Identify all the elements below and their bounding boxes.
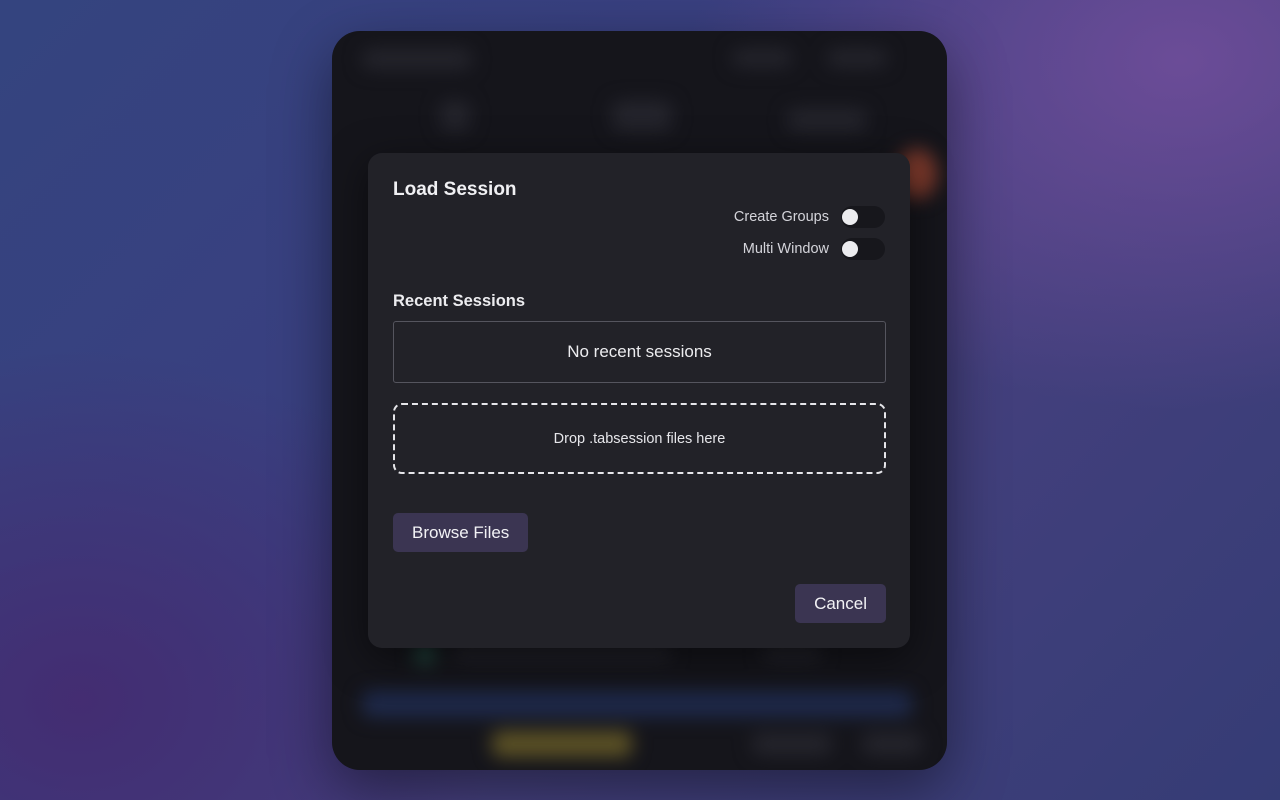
browse-files-button[interactable]: Browse Files	[393, 513, 529, 552]
multi-window-option: Multi Window	[743, 238, 885, 260]
file-drop-zone[interactable]: Drop .tabsession files here	[393, 403, 886, 474]
cancel-button[interactable]: Cancel	[795, 584, 886, 623]
multi-window-toggle[interactable]	[841, 238, 885, 260]
create-groups-label: Create Groups	[733, 209, 829, 225]
load-session-dialog: Load Session Create Groups Multi Window …	[368, 153, 910, 648]
recent-sessions-heading: Recent Sessions	[393, 292, 526, 310]
recent-sessions-empty-message: No recent sessions	[567, 342, 712, 361]
dialog-title: Load Session	[393, 179, 517, 200]
drop-zone-text: Drop .tabsession files here	[553, 430, 726, 447]
toggle-knob	[842, 241, 858, 257]
toggle-knob	[842, 209, 858, 225]
multi-window-label: Multi Window	[742, 241, 829, 257]
recent-sessions-list: No recent sessions	[393, 321, 886, 383]
create-groups-toggle[interactable]	[841, 206, 885, 228]
create-groups-option: Create Groups	[734, 206, 885, 228]
